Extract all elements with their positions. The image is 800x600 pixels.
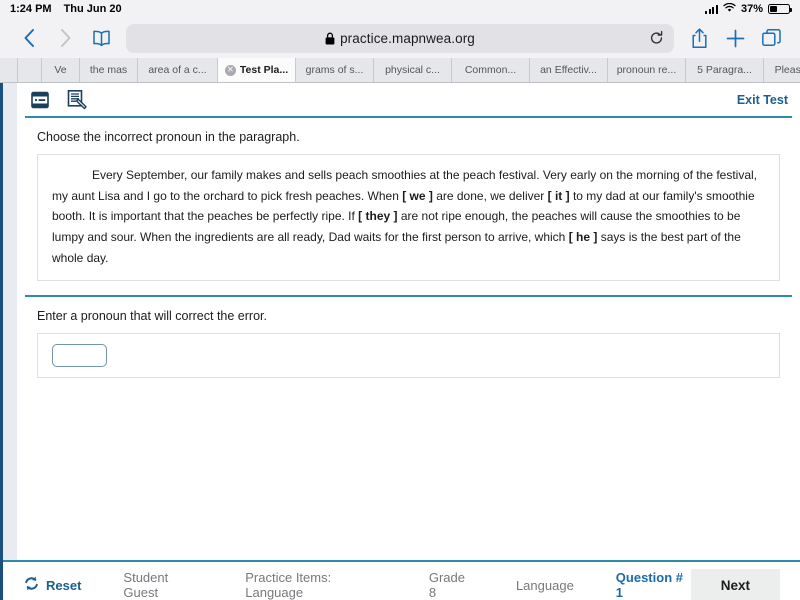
browser-nav-row: practice.mapnwea.org	[0, 18, 800, 58]
subject-name: Language	[515, 577, 574, 593]
passage-text: Every September, our family makes and se…	[52, 168, 758, 265]
reset-button[interactable]: Reset	[23, 575, 81, 595]
back-chevron-icon[interactable]	[12, 21, 46, 55]
browser-chrome: practice.mapnwea.org Ve the mas area of …	[0, 18, 800, 83]
test-toolbar: Exit Test	[17, 83, 800, 116]
browser-tab-label: pronoun re...	[616, 64, 677, 76]
close-icon[interactable]: ✕	[224, 64, 236, 76]
notepad-pencil-icon[interactable]	[65, 88, 89, 112]
browser-tab[interactable]: 5 Paragra...	[686, 58, 764, 82]
browser-tab[interactable]	[18, 58, 42, 82]
browser-tab-label: Ve	[54, 64, 67, 76]
page-viewport: Exit Test Choose the incorrect pronoun i…	[0, 83, 800, 600]
browser-tab-label: Please hel...	[774, 64, 800, 76]
status-bar-left: 1:24 PM Thu Jun 20	[10, 3, 122, 15]
ios-status-bar: 1:24 PM Thu Jun 20 37%	[0, 0, 800, 18]
share-icon[interactable]	[682, 21, 716, 55]
plus-icon[interactable]	[718, 21, 752, 55]
browser-tab[interactable]: Ve	[42, 58, 80, 82]
refresh-icon	[23, 575, 40, 595]
exit-test-button[interactable]: Exit Test	[737, 93, 788, 107]
browser-tab[interactable]: physical c...	[374, 58, 452, 82]
content-spacer	[17, 378, 800, 560]
student-name: Student Guest	[123, 570, 169, 600]
browser-tab-label: Test Pla...	[239, 64, 289, 76]
browser-tab[interactable]: an Effectiv...	[530, 58, 608, 82]
url-text: practice.mapnwea.org	[340, 30, 475, 46]
browser-tab-label: the mas	[89, 64, 128, 76]
browser-tab-label: an Effectiv...	[540, 64, 597, 76]
browser-tab[interactable]: pronoun re...	[608, 58, 686, 82]
question-area: Choose the incorrect pronoun in the para…	[17, 118, 800, 282]
browser-tab[interactable]	[0, 58, 18, 82]
lock-icon	[325, 32, 335, 45]
pronoun-token[interactable]: [ they ]	[358, 209, 397, 223]
book-icon[interactable]	[84, 21, 118, 55]
answer-area: Enter a pronoun that will correct the er…	[17, 297, 800, 379]
passage-box: Every September, our family makes and se…	[37, 154, 780, 282]
url-bar[interactable]: practice.mapnwea.org	[126, 23, 674, 53]
browser-tab-label: 5 Paragra...	[697, 64, 752, 76]
wifi-icon	[723, 2, 736, 16]
status-bar-date: Thu Jun 20	[63, 3, 122, 15]
browser-tab[interactable]: Please hel...	[764, 58, 800, 82]
tab-strip[interactable]: Ve the mas area of a c... ✕ Test Pla... …	[0, 58, 800, 83]
question-number: Question # 1	[615, 570, 683, 600]
question-prompt: Choose the incorrect pronoun in the para…	[37, 130, 300, 144]
battery-percent-label: 37%	[740, 3, 763, 15]
status-bar-time: 1:24 PM	[10, 3, 52, 15]
browser-tab[interactable]: area of a c...	[138, 58, 218, 82]
pronoun-token[interactable]: [ we ]	[402, 189, 433, 203]
calculator-icon[interactable]	[29, 89, 51, 111]
browser-tab[interactable]: Common...	[452, 58, 530, 82]
status-bar-right: 37%	[705, 2, 793, 16]
browser-tab-label: grams of s...	[305, 64, 364, 76]
browser-tab-label: Common...	[464, 64, 517, 76]
battery-icon	[768, 4, 793, 14]
browser-tab-label: physical c...	[385, 64, 440, 76]
answer-label: Enter a pronoun that will correct the er…	[37, 309, 267, 324]
answer-box	[37, 333, 780, 379]
reset-label: Reset	[46, 577, 82, 593]
grade-level: Grade 8	[428, 570, 465, 600]
test-name: Practice Items: Language	[245, 570, 332, 600]
test-app: Exit Test Choose the incorrect pronoun i…	[17, 83, 800, 560]
browser-tab[interactable]: grams of s...	[296, 58, 374, 82]
browser-tab[interactable]: the mas	[80, 58, 138, 82]
tabs-icon[interactable]	[754, 21, 788, 55]
pronoun-token[interactable]: [ it ]	[548, 189, 570, 203]
forward-chevron-icon[interactable]	[48, 21, 82, 55]
test-bottom-bar: Reset Student Guest Practice Items: Lang…	[3, 560, 800, 600]
next-button[interactable]: Next	[690, 568, 780, 600]
pronoun-answer-input[interactable]	[52, 344, 107, 368]
browser-tab-label: area of a c...	[148, 64, 207, 76]
pronoun-token[interactable]: [ he ]	[569, 230, 598, 244]
browser-tab-active[interactable]: ✕ Test Pla...	[218, 58, 296, 82]
cellular-signal-icon	[705, 4, 718, 14]
reload-icon[interactable]	[649, 30, 664, 46]
